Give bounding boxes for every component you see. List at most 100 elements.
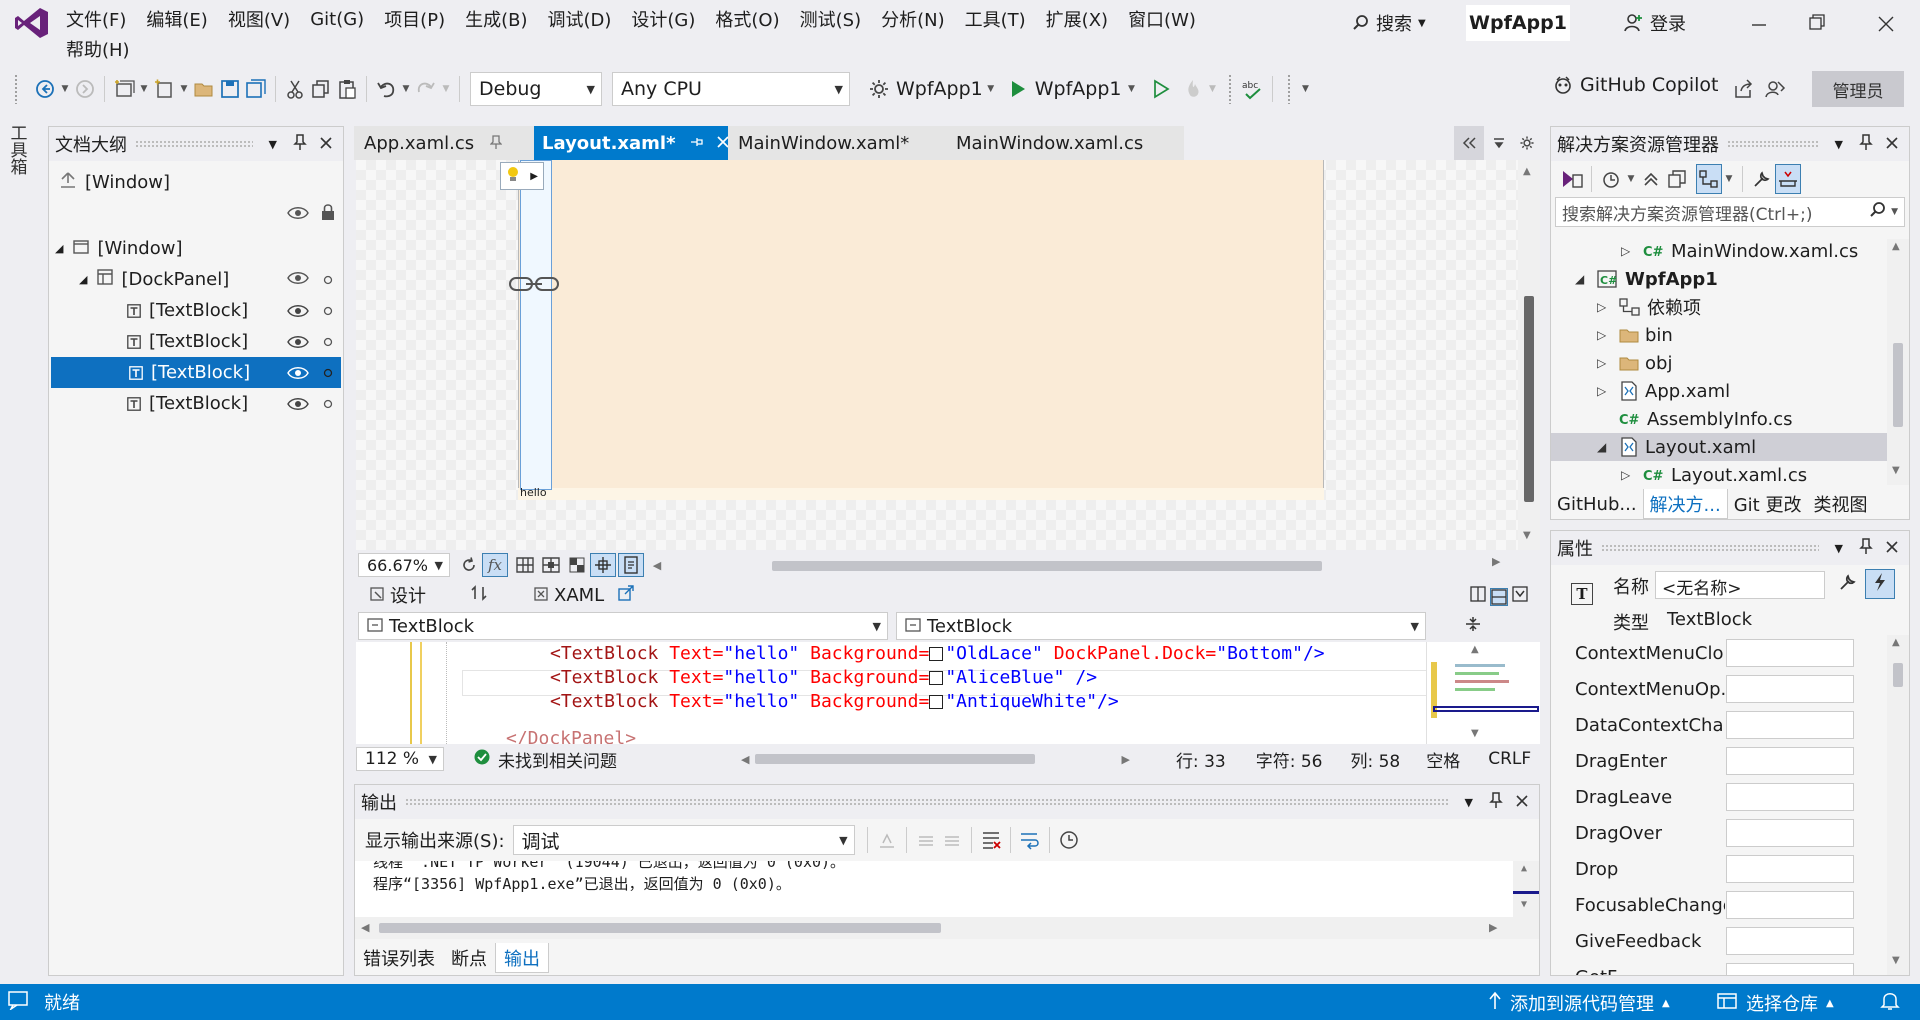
visibility-eye-icon[interactable]: [287, 366, 309, 380]
chevron-down-icon[interactable]: ▼: [399, 74, 413, 104]
menu-item[interactable]: 工具(T): [955, 4, 1036, 34]
menu-item[interactable]: 调试(D): [538, 4, 622, 34]
pin-icon[interactable]: [1489, 791, 1503, 813]
output-vscrollbar[interactable]: ▲ ▼: [1513, 861, 1539, 917]
unlocked-dot-icon[interactable]: [323, 306, 333, 316]
event-handler-input[interactable]: [1726, 747, 1854, 775]
popout-xaml-icon[interactable]: [618, 584, 634, 606]
collapse-triangle-icon[interactable]: ◢: [1575, 272, 1595, 286]
notifications-bell-icon[interactable]: [1880, 990, 1900, 1017]
scroll-left-arrow-icon[interactable]: ◀: [644, 550, 670, 580]
event-handler-input[interactable]: [1726, 963, 1854, 975]
switch-views-icon[interactable]: [1559, 164, 1585, 194]
selected-textblock[interactable]: [520, 160, 552, 490]
expand-triangle-icon[interactable]: ▷: [1597, 356, 1617, 370]
solution-search-box[interactable]: 搜索解决方案资源管理器(Ctrl+;) ▼: [1555, 197, 1905, 227]
checker-bg-icon[interactable]: [564, 550, 590, 580]
clock-icon[interactable]: [1056, 825, 1082, 855]
outline-textblock-node[interactable]: [TextBlock]: [49, 326, 343, 357]
paste-icon[interactable]: [334, 74, 360, 104]
scroll-thumb[interactable]: [379, 923, 941, 933]
save-all-icon[interactable]: [243, 74, 269, 104]
issues-indicator[interactable]: 未找到相关问题: [474, 747, 617, 772]
output-hscrollbar[interactable]: ◀ ▶: [355, 917, 1539, 939]
whitespace-mode[interactable]: 空格: [1426, 747, 1460, 772]
solution-tree-item[interactable]: ◢ Layout.xaml: [1551, 433, 1887, 461]
chevron-down-icon[interactable]: ▼: [983, 74, 999, 104]
event-handler-input[interactable]: [1726, 783, 1854, 811]
unlocked-dot-icon[interactable]: [323, 269, 333, 290]
visibility-eye-icon[interactable]: [287, 204, 309, 225]
menu-item[interactable]: 窗口(W): [1118, 4, 1206, 34]
chevron-down-icon[interactable]: ▼: [1624, 164, 1638, 194]
dropdown-arrow-icon[interactable]: ▼: [1835, 138, 1843, 151]
menu-item[interactable]: 编辑(E): [136, 4, 217, 34]
scroll-up-arrow-icon[interactable]: ▲: [1523, 166, 1531, 177]
chevron-down-icon[interactable]: ▼: [1122, 74, 1142, 104]
minimap-viewport[interactable]: [1433, 706, 1539, 712]
close-icon[interactable]: [1885, 538, 1899, 559]
cut-icon[interactable]: [282, 74, 308, 104]
pin-icon[interactable]: [1859, 133, 1873, 155]
close-window-button[interactable]: [1866, 6, 1906, 40]
expand-triangle-icon[interactable]: ▷: [1621, 244, 1641, 258]
find-message-icon[interactable]: [874, 825, 900, 855]
event-handler-input[interactable]: [1726, 711, 1854, 739]
search-box[interactable]: 搜索 ▼: [1352, 8, 1426, 38]
scroll-up-arrow-icon[interactable]: ▲: [1892, 241, 1900, 252]
swap-panes-icon[interactable]: [470, 584, 488, 606]
close-icon[interactable]: [1515, 792, 1529, 813]
sync-active-document-icon[interactable]: [1696, 164, 1722, 194]
visibility-eye-icon[interactable]: [287, 397, 309, 411]
dropdown-arrow-icon[interactable]: ▼: [269, 138, 277, 151]
pin-icon[interactable]: [293, 133, 307, 155]
fx-effects-icon[interactable]: fx: [482, 553, 508, 577]
scroll-down-arrow-icon[interactable]: ▼: [1471, 728, 1479, 739]
designer-hscrollbar[interactable]: [772, 561, 1322, 571]
scroll-thumb[interactable]: [1893, 663, 1903, 687]
gear-icon[interactable]: [866, 74, 892, 104]
expand-triangle-icon[interactable]: ◢: [55, 242, 63, 255]
output-bottom-tab[interactable]: 断点: [443, 943, 495, 973]
solution-tree-item[interactable]: ▷ bin: [1551, 321, 1887, 349]
close-icon[interactable]: [319, 134, 333, 155]
toolbox-tab[interactable]: 工具箱: [0, 124, 34, 194]
dropdown-arrow-icon[interactable]: ▼: [1835, 542, 1843, 555]
new-project-icon[interactable]: [111, 74, 137, 104]
solution-vscrollbar[interactable]: ▲ ▼: [1887, 239, 1909, 485]
chevron-down-icon[interactable]: ▼: [58, 74, 72, 104]
run-label[interactable]: WpfApp1: [1035, 78, 1122, 100]
chevron-down-icon[interactable]: ▼: [1206, 74, 1220, 104]
copilot-button[interactable]: GitHub Copilot: [1552, 74, 1718, 96]
scroll-thumb[interactable]: [1524, 296, 1534, 502]
tab-list-dropdown-icon[interactable]: [1484, 136, 1514, 150]
solution-tree-item[interactable]: ▷ obj: [1551, 349, 1887, 377]
split-editor-icon[interactable]: [1464, 615, 1482, 638]
device-preview-icon[interactable]: [618, 553, 644, 577]
expand-triangle-icon[interactable]: ▷: [1597, 300, 1617, 314]
link-chain-icon[interactable]: [508, 274, 560, 299]
collapse-triangle-icon[interactable]: ◢: [1597, 440, 1617, 454]
save-icon[interactable]: [217, 74, 243, 104]
visibility-eye-icon[interactable]: [287, 304, 309, 318]
menu-item[interactable]: 分析(N): [871, 4, 955, 34]
properties-tab-button[interactable]: [1833, 569, 1863, 599]
next-message-icon[interactable]: [939, 825, 965, 855]
hot-reload-icon[interactable]: [1180, 74, 1206, 104]
chevron-down-icon[interactable]: ▼: [177, 74, 191, 104]
pin-icon[interactable]: [1859, 537, 1873, 559]
name-input[interactable]: <无名称>: [1655, 571, 1825, 599]
outline-root-window[interactable]: [Window]: [49, 167, 343, 198]
design-view-tab[interactable]: 设计: [370, 582, 426, 608]
menu-item[interactable]: 视图(V): [218, 4, 300, 34]
scroll-left-arrow-icon[interactable]: ◀: [741, 753, 749, 766]
solution-tree-item[interactable]: ◢ C# WpfApp1: [1551, 265, 1887, 293]
scroll-right-arrow-icon[interactable]: ▶: [1121, 753, 1129, 766]
solution-tree-item[interactable]: ▷ 依赖项: [1551, 293, 1887, 321]
pin-icon[interactable]: [690, 133, 704, 154]
menu-item[interactable]: 设计(G): [621, 4, 705, 34]
solution-tree-item[interactable]: ▷ C# MainWindow.xaml.cs: [1551, 239, 1887, 265]
solution-tree-item[interactable]: ▷ C# Layout.xaml.cs: [1551, 461, 1887, 486]
zoom-select[interactable]: 66.67% ▼: [358, 553, 450, 577]
solution-explorer-bottom-tab[interactable]: Git 更改: [1728, 489, 1808, 519]
